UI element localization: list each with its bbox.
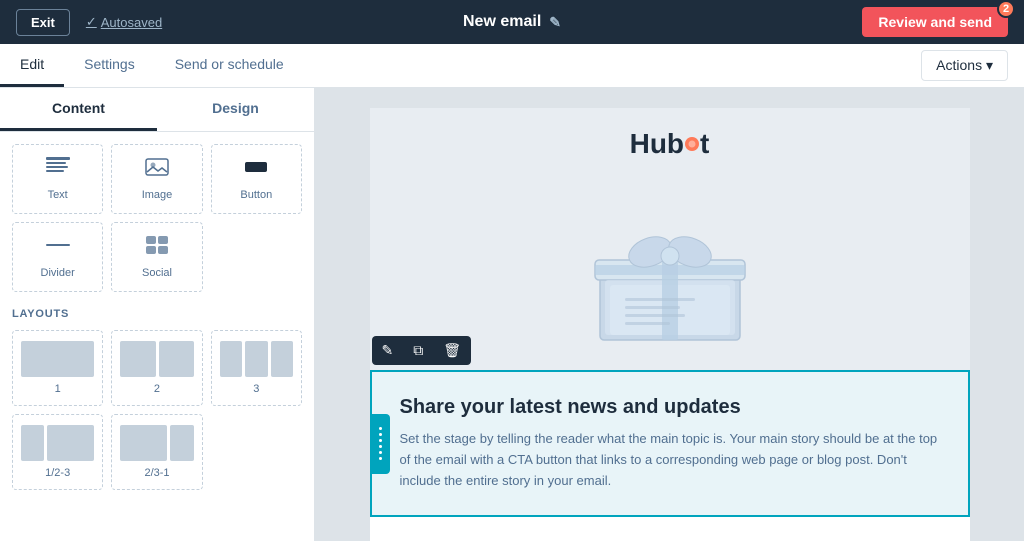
delete-block-button[interactable]: 🗑	[433, 336, 471, 365]
email-canvas: Hubt	[370, 108, 970, 541]
layouts-grid: 1 2 3	[12, 330, 302, 490]
content-block[interactable]: ✎ ⧉ 🗑 Share your latest news and updates…	[370, 370, 970, 517]
layouts-section-title: LAYOUTS	[12, 308, 302, 320]
layout-2-3-1[interactable]: 2/3-1	[111, 414, 202, 490]
layout-1-2-3[interactable]: 1/2-3	[12, 414, 103, 490]
layout-col	[159, 341, 194, 377]
review-btn-label: Review and send	[878, 14, 992, 30]
layout-1col-preview	[21, 341, 94, 377]
handle-dot	[379, 439, 382, 442]
button-element-label: Button	[240, 189, 272, 201]
autosaved-label: Autosaved	[101, 15, 162, 30]
elements-grid: Text Image	[12, 144, 302, 292]
block-toolbar: ✎ ⧉ 🗑	[372, 336, 472, 365]
text-element-icon	[46, 157, 70, 183]
sidebar-tab-content[interactable]: Content	[0, 88, 157, 131]
edit-title-icon[interactable]: ✎	[549, 14, 561, 31]
layout-col	[220, 341, 242, 377]
sidebar-tabs: Content Design	[0, 88, 314, 132]
drag-handle[interactable]	[372, 414, 390, 474]
layout-2-3-1-label: 2/3-1	[144, 467, 169, 479]
spread-section: Spread the word	[370, 517, 970, 541]
image-element-icon	[145, 157, 169, 183]
edit-block-button[interactable]: ✎	[372, 336, 404, 365]
handle-dot	[379, 457, 382, 460]
layout-col	[170, 425, 193, 461]
hubspot-logo: Hubt	[630, 128, 710, 160]
layout-2-3-1-preview	[120, 425, 193, 461]
text-element-label: Text	[48, 189, 68, 201]
top-header: Exit ✓ Autosaved New email ✎ Review and …	[0, 0, 1024, 44]
main-layout: Content Design Text	[0, 88, 1024, 541]
social-element-label: Social	[142, 267, 172, 279]
content-heading: Share your latest news and updates	[400, 396, 940, 419]
handle-dot	[379, 427, 382, 430]
tab-settings[interactable]: Settings	[64, 44, 155, 87]
gift-svg	[560, 200, 780, 350]
layout-col	[120, 425, 167, 461]
divider-element-label: Divider	[41, 267, 75, 279]
image-element-label: Image	[142, 189, 173, 201]
header-left: Exit ✓ Autosaved	[16, 9, 162, 36]
content-block-inner: Share your latest news and updates Set t…	[372, 372, 968, 515]
sidebar: Content Design Text	[0, 88, 315, 541]
layout-3col-label: 3	[253, 383, 259, 395]
layout-2col[interactable]: 2	[111, 330, 202, 406]
element-button[interactable]: Button	[211, 144, 302, 214]
layout-1-2-3-label: 1/2-3	[45, 467, 70, 479]
review-and-send-button[interactable]: Review and send 2	[862, 7, 1008, 37]
actions-button[interactable]: Actions ▾	[921, 50, 1008, 81]
notification-badge: 2	[997, 0, 1015, 18]
exit-button[interactable]: Exit	[16, 9, 70, 36]
layout-col	[120, 341, 155, 377]
sub-navigation: Edit Settings Send or schedule Actions ▾	[0, 44, 1024, 88]
duplicate-block-button[interactable]: ⧉	[403, 336, 433, 365]
layout-2col-preview	[120, 341, 193, 377]
layout-col	[21, 425, 44, 461]
sidebar-content: Text Image	[0, 132, 314, 502]
button-element-icon	[244, 157, 268, 183]
element-text[interactable]: Text	[12, 144, 103, 214]
layout-1col-label: 1	[55, 383, 61, 395]
handle-dot	[379, 433, 382, 436]
layout-col	[245, 341, 267, 377]
content-body: Set the stage by telling the reader what…	[400, 429, 940, 491]
layout-3col[interactable]: 3	[211, 330, 302, 406]
checkmark-icon: ✓	[86, 14, 97, 30]
layout-col	[271, 341, 293, 377]
email-title-area: New email ✎	[463, 13, 561, 31]
element-social[interactable]: Social	[111, 222, 202, 292]
layout-3col-preview	[220, 341, 293, 377]
email-logo-section: Hubt	[370, 108, 970, 180]
handle-dot	[379, 451, 382, 454]
element-divider[interactable]: Divider	[12, 222, 103, 292]
tab-edit[interactable]: Edit	[0, 44, 64, 87]
layout-1col[interactable]: 1	[12, 330, 103, 406]
divider-element-icon	[46, 235, 70, 261]
email-title: New email	[463, 13, 541, 31]
layout-1-2-3-preview	[21, 425, 94, 461]
element-image[interactable]: Image	[111, 144, 202, 214]
canvas-area: Hubt	[315, 88, 1024, 541]
social-element-icon	[145, 235, 169, 261]
handle-dot	[379, 445, 382, 448]
layout-col	[21, 341, 94, 377]
sidebar-tab-design[interactable]: Design	[157, 88, 314, 131]
layout-col	[47, 425, 94, 461]
layout-2col-label: 2	[154, 383, 160, 395]
autosaved-status[interactable]: ✓ Autosaved	[86, 14, 162, 30]
nav-tabs: Edit Settings Send or schedule	[0, 44, 304, 87]
tab-send-or-schedule[interactable]: Send or schedule	[155, 44, 304, 87]
